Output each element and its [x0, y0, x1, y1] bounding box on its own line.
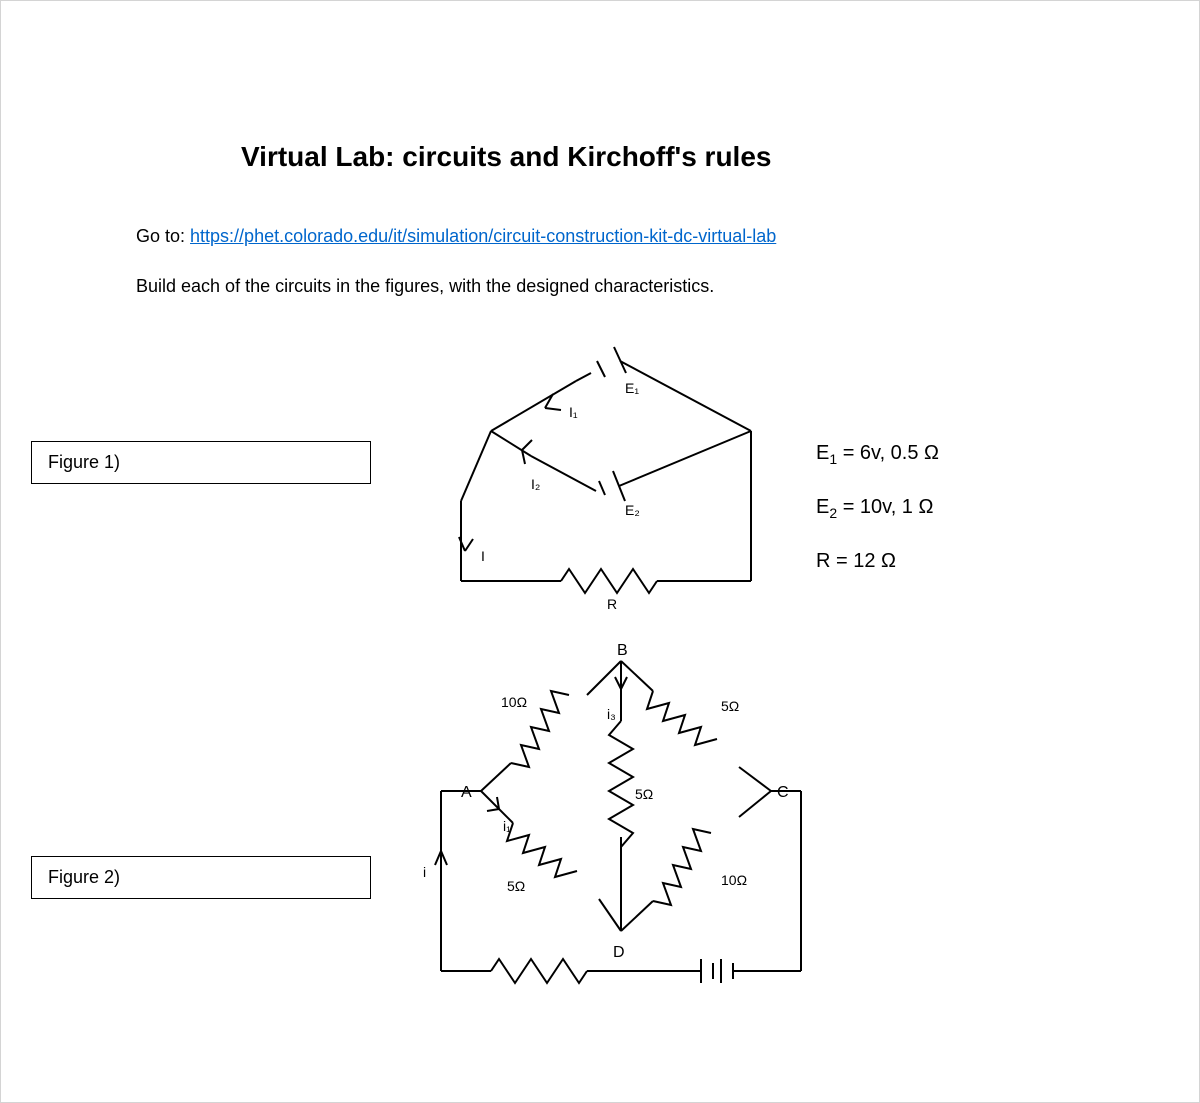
node-a: A	[461, 784, 472, 801]
label-r-bc: 5Ω	[721, 698, 739, 714]
intro-line-2: Build each of the circuits in the figure…	[136, 276, 714, 297]
label-r-ab: 10Ω	[501, 694, 527, 710]
label-r-ad: 5Ω	[507, 878, 525, 894]
intro-line-1: Go to: https://phet.colorado.edu/it/simu…	[136, 226, 776, 247]
label-r: R	[607, 596, 617, 612]
node-b: B	[617, 642, 628, 659]
label-r-dc: 10Ω	[721, 872, 747, 888]
label-i: I	[481, 548, 485, 564]
figure-2-diagram: A B C D 10Ω 5Ω i₁ 5Ω 10Ω i₃ 5Ω	[421, 641, 821, 1011]
label-i: i	[423, 864, 426, 880]
page-title: Virtual Lab: circuits and Kirchoff's rul…	[241, 141, 771, 173]
label-i1: I₁	[569, 404, 578, 420]
legend-e1: E1 = 6v, 0.5 Ω	[816, 429, 939, 483]
node-d: D	[613, 944, 625, 961]
label-e2: E₂	[625, 502, 640, 518]
node-c: C	[777, 784, 789, 801]
label-e1: E₁	[625, 380, 639, 396]
label-i3: i₃	[607, 706, 616, 722]
document-page: Virtual Lab: circuits and Kirchoff's rul…	[0, 0, 1200, 1103]
legend-r: R = 12 Ω	[816, 537, 939, 585]
intro-prefix: Go to:	[136, 226, 190, 246]
label-r-bd: 5Ω	[635, 786, 653, 802]
figure-1-label: Figure 1)	[31, 441, 371, 484]
legend-e2: E2 = 10v, 1 Ω	[816, 483, 939, 537]
phet-link[interactable]: https://phet.colorado.edu/it/simulation/…	[190, 226, 776, 246]
figure-1-legend: E1 = 6v, 0.5 Ω E2 = 10v, 1 Ω R = 12 Ω	[816, 429, 939, 585]
figure-1-diagram: E₁ I₁ E₂ I₂ I R	[421, 351, 801, 651]
figure-2-label: Figure 2)	[31, 856, 371, 899]
label-i2: I₂	[531, 476, 540, 492]
